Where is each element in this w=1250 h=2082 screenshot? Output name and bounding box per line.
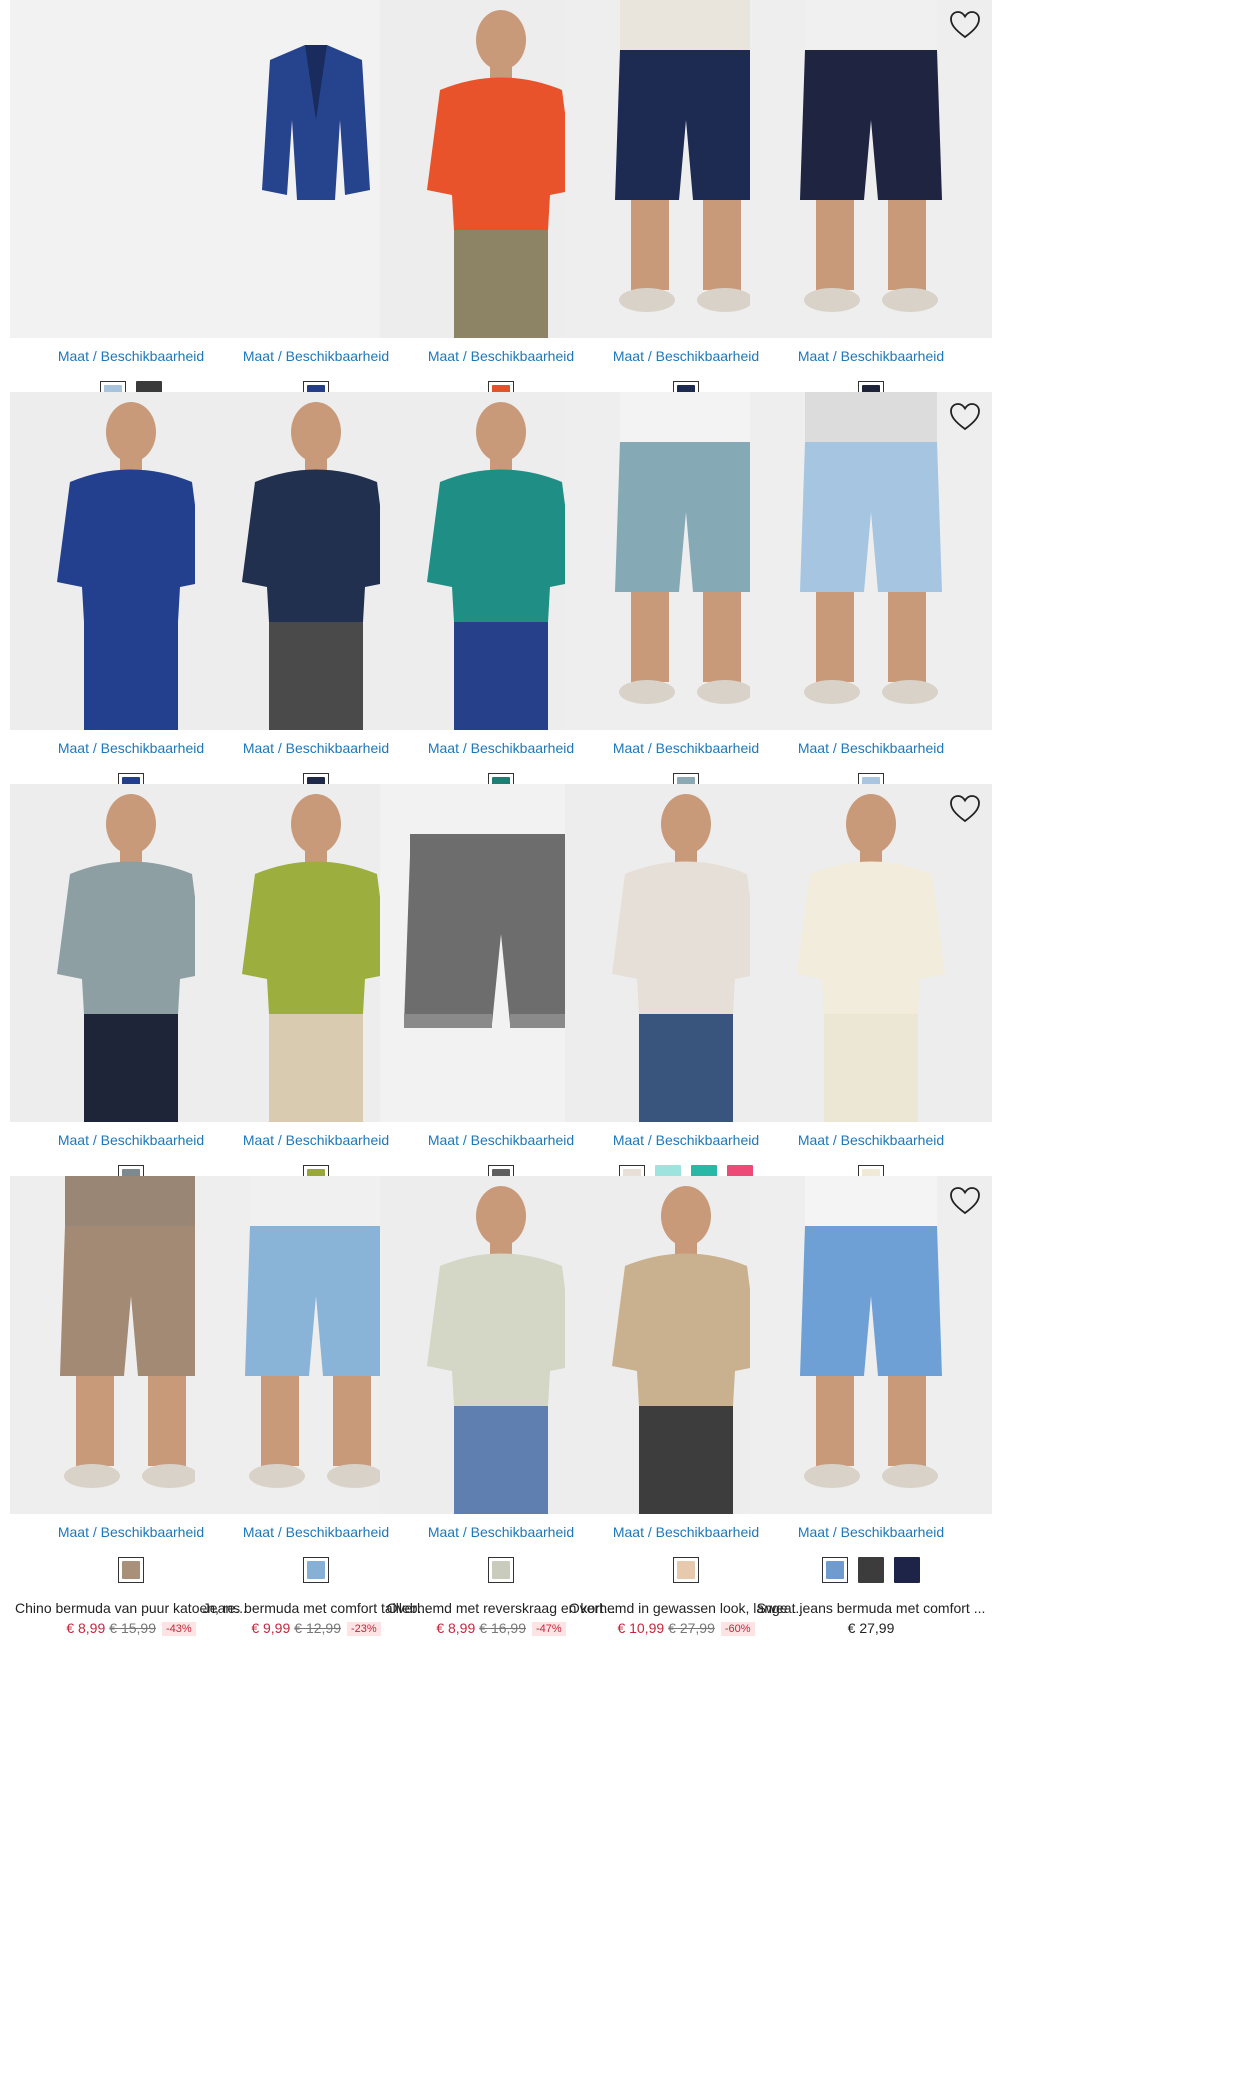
sale-price: € 8,99 bbox=[436, 1620, 476, 1636]
product-image[interactable] bbox=[750, 1176, 992, 1514]
original-price: € 27,99 bbox=[668, 1620, 715, 1636]
color-swatch[interactable] bbox=[673, 1557, 699, 1583]
discount-badge: -23% bbox=[346, 1622, 381, 1636]
price-row: € 27,99 bbox=[750, 1620, 992, 1636]
wishlist-heart-icon[interactable] bbox=[948, 1184, 982, 1218]
wishlist-heart-icon[interactable] bbox=[948, 792, 982, 826]
product-image[interactable] bbox=[750, 0, 992, 338]
color-swatches bbox=[750, 1557, 992, 1583]
sale-price: € 8,99 bbox=[66, 1620, 106, 1636]
wishlist-heart-icon[interactable] bbox=[948, 8, 982, 42]
product-card[interactable]: Maat / Beschikbaarheid Sweat jeans bermu… bbox=[750, 1176, 992, 1646]
color-swatch[interactable] bbox=[118, 1557, 144, 1583]
color-swatch[interactable] bbox=[488, 1557, 514, 1583]
product-image[interactable] bbox=[750, 784, 992, 1122]
original-price: € 12,99 bbox=[294, 1620, 341, 1636]
size-availability-link[interactable]: Maat / Beschikbaarheid bbox=[750, 1132, 992, 1148]
color-swatch[interactable] bbox=[858, 1557, 884, 1583]
product-photo-placeholder bbox=[800, 0, 942, 312]
discount-badge: -43% bbox=[161, 1622, 196, 1636]
size-availability-link[interactable]: Maat / Beschikbaarheid bbox=[750, 348, 992, 364]
color-swatch[interactable] bbox=[303, 1557, 329, 1583]
color-swatch[interactable] bbox=[822, 1557, 848, 1583]
sale-price: € 9,99 bbox=[251, 1620, 291, 1636]
discount-badge: -47% bbox=[531, 1622, 566, 1636]
product-image[interactable] bbox=[750, 392, 992, 730]
color-swatch[interactable] bbox=[894, 1557, 920, 1583]
product-photo-placeholder bbox=[800, 1176, 942, 1488]
size-availability-link[interactable]: Maat / Beschikbaarheid bbox=[750, 1524, 992, 1540]
original-price: € 16,99 bbox=[479, 1620, 526, 1636]
product-title[interactable]: Sweat jeans bermuda met comfort ... bbox=[748, 1600, 994, 1616]
price: € 27,99 bbox=[847, 1620, 895, 1636]
original-price: € 15,99 bbox=[109, 1620, 156, 1636]
product-photo-placeholder bbox=[800, 392, 942, 704]
product-photo-placeholder bbox=[797, 794, 945, 1122]
size-availability-link[interactable]: Maat / Beschikbaarheid bbox=[750, 740, 992, 756]
sale-price: € 10,99 bbox=[617, 1620, 665, 1636]
wishlist-heart-icon[interactable] bbox=[948, 400, 982, 434]
